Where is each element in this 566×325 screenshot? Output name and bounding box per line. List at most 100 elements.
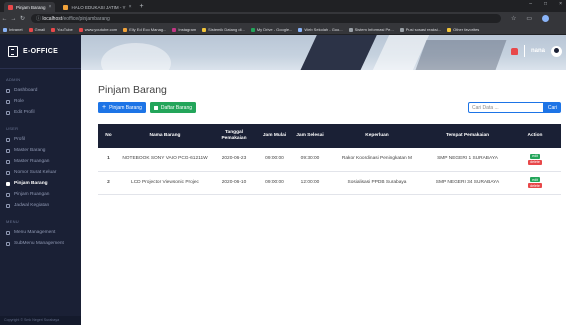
- banner-decoration: [415, 40, 507, 70]
- sidebar: E-OFFICE ADMIN Dashboard Role Edit Profi…: [0, 35, 81, 325]
- daftar-barang-button[interactable]: Daftar Barang: [149, 102, 197, 113]
- brand[interactable]: E-OFFICE: [0, 35, 81, 69]
- sidebar-item-role[interactable]: Role: [0, 96, 81, 107]
- bookmark-icon: [250, 27, 255, 32]
- dashboard-icon: [6, 88, 10, 93]
- search-input[interactable]: [468, 102, 544, 113]
- browser-tab[interactable]: HALO EDUKASI JATIM - Y ×: [59, 2, 135, 12]
- profile-icon[interactable]: [542, 15, 550, 22]
- bookmark-item[interactable]: Sistem Informasi Pe...: [348, 27, 394, 32]
- sidebar-item-dashboard[interactable]: Dashboard: [0, 85, 81, 96]
- username[interactable]: nana: [531, 48, 545, 54]
- browser-nav-bar: ← → ↻ ⓘ localhost /eoffice/pinjambarang …: [0, 12, 566, 25]
- bookmark-icon: [51, 27, 56, 32]
- bookmark-icon: [3, 27, 7, 32]
- bookmark-icon: [123, 27, 128, 32]
- action-group: edit delete: [511, 153, 559, 165]
- cell-tanggal: 2020-06-23: [211, 148, 257, 172]
- search-form: Cari: [468, 102, 561, 113]
- bookmark-item[interactable]: Instagram: [172, 27, 196, 32]
- sidebar-item-submenu-management[interactable]: SubMenu Management: [0, 238, 81, 249]
- sidebar-item-pinjam-ruangan[interactable]: Pinjam Ruangan: [0, 189, 81, 200]
- maximize-icon[interactable]: □: [544, 1, 547, 7]
- column-header: Jam Mulai: [262, 133, 287, 138]
- bookmark-item[interactable]: Intranet: [3, 27, 23, 32]
- bookmark-item[interactable]: Pusi sosasi reaksi...: [399, 27, 441, 32]
- browser-tab-active[interactable]: Pinjam Barang ×: [4, 2, 56, 12]
- tab-close-icon[interactable]: ×: [129, 4, 132, 10]
- bookmarks-bar: Intranet Gmail YouTube www.youtube.com E…: [0, 25, 566, 35]
- sidebar-item-profil[interactable]: Profil: [0, 134, 81, 145]
- pinjam-barang-button[interactable]: + Pinjam Barang: [98, 102, 146, 113]
- reload-icon[interactable]: ↻: [18, 15, 27, 22]
- minimize-icon[interactable]: –: [529, 1, 532, 7]
- url-path: /eoffice/pinjambarang: [62, 15, 110, 22]
- cell-jam-selesai: 12:00:00: [292, 171, 328, 195]
- tab-close-icon[interactable]: ×: [49, 4, 52, 10]
- bookmark-item[interactable]: My Drive - Google...: [250, 27, 292, 32]
- close-window-icon[interactable]: ×: [559, 1, 562, 7]
- bookmark-item[interactable]: Web Sekolah - Goo...: [298, 27, 343, 32]
- column-header: Tanggal Pemakaian: [221, 130, 247, 141]
- bookmark-icon: [399, 27, 404, 32]
- user-icon: [6, 137, 10, 142]
- divider: [523, 45, 525, 57]
- cell-nama-barang: LCD Projector Viewsonic Projec: [119, 171, 211, 195]
- tab-title: Pinjam Barang: [16, 4, 46, 10]
- cell-tempat: SMP NEGERI 1 SURABAYA: [426, 148, 509, 172]
- sidebar-item-edit-profil[interactable]: Edit Profil: [0, 107, 81, 118]
- tab-title: HALO EDUKASI JATIM - Y: [71, 4, 126, 10]
- search-button[interactable]: Cari: [544, 102, 561, 113]
- cell-action: edit delete: [509, 171, 561, 195]
- tab-favicon-icon: [63, 4, 69, 10]
- room-icon: [6, 192, 10, 197]
- forward-icon[interactable]: →: [9, 16, 18, 22]
- header-banner: nana: [81, 35, 566, 70]
- delete-button[interactable]: delete: [528, 159, 542, 165]
- edit-button[interactable]: edit: [530, 153, 540, 159]
- collections-icon[interactable]: ▭: [526, 15, 532, 22]
- sidebar-section-heading: MENU: [6, 219, 19, 224]
- cell-keperluan: Rakor Koordinasi Peningkatan M: [328, 148, 426, 172]
- page-title: Pinjam Barang: [98, 84, 167, 96]
- bookmark-item[interactable]: www.youtube.com: [78, 27, 117, 32]
- address-bar[interactable]: ⓘ localhost /eoffice/pinjambarang: [31, 14, 501, 23]
- bookmark-icon: [78, 27, 83, 32]
- sidebar-item-pinjam-barang[interactable]: Pinjam Barang: [0, 178, 81, 189]
- bookmark-item[interactable]: Sistemik Datang di...: [202, 27, 245, 32]
- toolbar: + Pinjam Barang Daftar Barang: [98, 102, 197, 113]
- bookmark-item[interactable]: Elly Ed Eco Manag...: [123, 27, 166, 32]
- table-header-row: No Nama Barang Tanggal Pemakaian Jam Mul…: [98, 124, 561, 148]
- sidebar-item-menu-management[interactable]: Menu Management: [0, 227, 81, 238]
- sidebar-item-master-barang[interactable]: Master Barang: [0, 145, 81, 156]
- cell-no: 1: [98, 148, 119, 172]
- cell-jam-selesai: 09:30:00: [292, 148, 328, 172]
- cell-nama-barang: NOTEBOOK SONY VAIO PCG-61211W: [119, 148, 211, 172]
- sidebar-item-master-ruangan[interactable]: Master Ruangan: [0, 156, 81, 167]
- avatar[interactable]: [551, 45, 562, 57]
- sidebar-footer: Copyright © Smk Negeri Surabaya: [0, 316, 81, 325]
- folder-open-icon: [6, 241, 10, 246]
- building-icon: [8, 46, 18, 57]
- new-tab-icon[interactable]: +: [139, 2, 143, 12]
- back-icon[interactable]: ←: [0, 16, 9, 22]
- table-row: 1 NOTEBOOK SONY VAIO PCG-61211W 2020-06-…: [98, 148, 561, 172]
- url-host: localhost: [42, 15, 63, 22]
- sidebar-item-jadwal-kegiatan[interactable]: Jadwal Kegiatan: [0, 200, 81, 211]
- action-group: edit delete: [511, 177, 559, 188]
- sidebar-item-nomor-surat-keluar[interactable]: Nomor Surat Keluar: [0, 167, 81, 178]
- bookmark-item[interactable]: Gmail: [28, 27, 45, 32]
- cell-jam-mulai: 09:00:00: [257, 171, 292, 195]
- box-icon: [6, 181, 10, 186]
- other-bookmarks[interactable]: Other favorites: [447, 27, 479, 32]
- favorite-star-icon[interactable]: ☆: [511, 15, 516, 22]
- edit-button[interactable]: edit: [530, 177, 540, 182]
- room-icon: [6, 159, 10, 164]
- notification-icon[interactable]: [510, 47, 518, 55]
- browser-tab-bar: Pinjam Barang × HALO EDUKASI JATIM - Y ×…: [0, 0, 566, 12]
- bookmark-item[interactable]: YouTube: [51, 27, 73, 32]
- cell-tempat: SMP NEGERI 34 SURABAYA: [426, 171, 509, 195]
- cell-action: edit delete: [509, 148, 561, 172]
- user-icon: [6, 99, 10, 104]
- delete-button[interactable]: delete: [528, 183, 542, 188]
